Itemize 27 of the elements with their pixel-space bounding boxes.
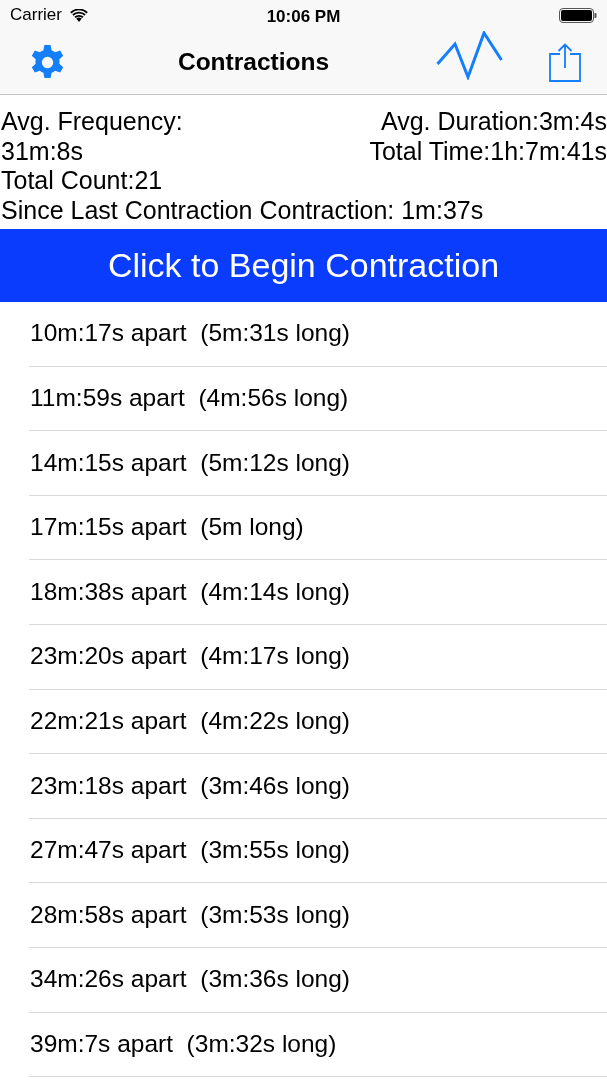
begin-contraction-button[interactable]: Click to Begin Contraction — [0, 229, 607, 302]
contraction-entry[interactable]: 27m:47s apart (3m:55s long) — [30, 832, 351, 869]
contraction-entry[interactable]: 23m:18s apart (3m:46s long) — [30, 767, 351, 805]
stat-label: Avg. Frequency: — [1, 107, 183, 137]
contraction-entry[interactable]: 23m:20s apart (4m:17s long) — [30, 638, 351, 676]
share-icon[interactable] — [549, 42, 581, 82]
contraction-entry[interactable]: 11m:59s apart (4m:56s long) — [30, 380, 349, 417]
contraction-entry[interactable]: 17m:15s apart (5m long) — [30, 509, 304, 546]
contraction-entry[interactable]: 14m:15s apart (5m:12s long) — [30, 444, 351, 482]
wifi-icon — [69, 8, 88, 22]
battery-icon — [559, 7, 597, 23]
since-last-text: Since Last Contraction Contraction: 1m:37s — [1, 195, 484, 224]
contraction-entry[interactable]: 28m:58s apart (3m:53s long) — [30, 896, 351, 934]
settings-icon[interactable] — [29, 43, 66, 81]
contraction-entry[interactable]: 22m:21s apart (4m:22s long) — [30, 703, 351, 740]
carrier-name: Carrier — [10, 4, 62, 27]
contraction-entry[interactable]: 10m:17s apart (5m:31s long) — [30, 315, 351, 353]
total-time-text: Total Time:1h:7m:41s — [369, 136, 607, 166]
total-count-text: Total Count:21 — [1, 166, 163, 194]
screen-title: Contractions — [177, 47, 330, 75]
contraction-entry[interactable]: 34m:26s apart (3m:36s long) — [30, 961, 351, 999]
clock-time: 10:06 PM — [266, 6, 341, 28]
avg-duration-text: Avg. Duration:3m:4s — [380, 107, 607, 137]
zigzag-line-icon[interactable] — [436, 30, 503, 80]
stat-value: 31m:8s — [1, 136, 83, 166]
contraction-entry[interactable]: 39m:7s apart (3m:32s long) — [30, 1025, 337, 1063]
contraction-entry[interactable]: 18m:38s apart (4m:14s long) — [30, 573, 351, 611]
